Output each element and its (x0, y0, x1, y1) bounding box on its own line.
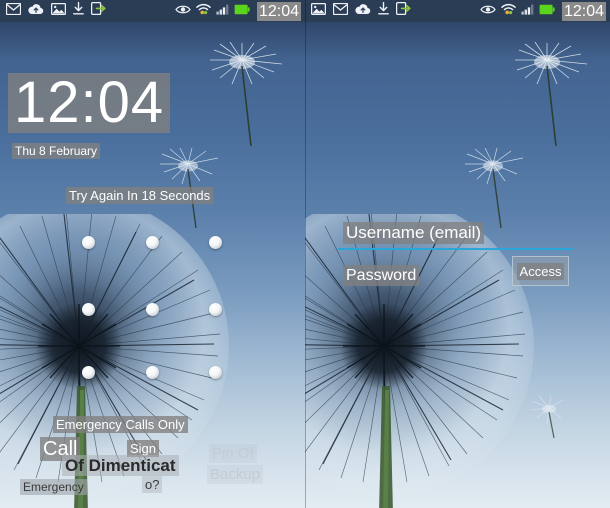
pattern-dot-1[interactable] (82, 236, 95, 249)
pin-of-label[interactable]: Pin Of (209, 444, 257, 463)
username-field-label: Username (email) (343, 222, 485, 244)
lock-screen-clock: 12:04 (8, 73, 171, 133)
mail-icon (332, 2, 349, 20)
panel-divider (305, 0, 306, 508)
retry-countdown-message: Try Again In 18 Seconds (66, 187, 214, 204)
wallpaper-dandelion (305, 0, 610, 508)
lock-screen-date-text: Thu 8 February (12, 143, 101, 159)
pattern-dot-7[interactable] (82, 366, 95, 379)
download-icon (378, 1, 389, 20)
wifi-icon (501, 2, 516, 20)
of-dimenticat-label[interactable]: Of Dimenticat (62, 455, 179, 476)
retry-countdown-text: Try Again In 18 Seconds (66, 187, 214, 204)
status-bar-clock: 12:04 (256, 1, 301, 21)
signal-bars-icon (521, 2, 534, 20)
lock-screen-clock-text: 12:04 (8, 73, 171, 133)
eye-icon (480, 2, 496, 20)
access-button-label: Access (516, 262, 565, 280)
status-bar-left-icons (5, 1, 175, 20)
pattern-dot-9[interactable] (209, 366, 222, 379)
status-bar: 12:04 (305, 0, 610, 22)
username-field-underline (338, 248, 574, 250)
o-question-label[interactable]: o? (142, 476, 163, 493)
signal-bars-icon (216, 2, 229, 20)
emergency-button[interactable]: Emergency (20, 479, 87, 495)
lock-screen-bottom-labels: Emergency Calls Only Call Sign Of Diment… (0, 408, 305, 508)
pattern-lock-grid[interactable] (78, 232, 228, 384)
image-icon (310, 2, 327, 20)
status-bar-left-icons (310, 1, 480, 20)
battery-icon (234, 2, 250, 20)
pattern-dot-4[interactable] (82, 303, 95, 316)
pattern-dot-6[interactable] (209, 303, 222, 316)
screenshot-root: 12:04 12:04 Thu 8 February Try Again In … (0, 0, 610, 508)
password-field[interactable]: Password (343, 265, 420, 286)
status-bar-right-icons: 12:04 (175, 1, 303, 21)
battery-icon (539, 2, 555, 20)
mail-icon (5, 2, 22, 20)
share-app-icon (90, 1, 106, 20)
share-app-icon (395, 1, 411, 20)
status-bar-right-icons: 12:04 (480, 1, 608, 21)
left-panel-pattern-lock-screen: 12:04 12:04 Thu 8 February Try Again In … (0, 0, 305, 508)
download-icon (73, 1, 84, 20)
pattern-dot-2[interactable] (146, 236, 159, 249)
status-bar-clock: 12:04 (561, 1, 606, 21)
eye-icon (175, 2, 191, 20)
backup-label[interactable]: Backup (207, 465, 264, 484)
lock-screen-date: Thu 8 February (12, 143, 101, 159)
pattern-dot-3[interactable] (209, 236, 222, 249)
cloud-upload-icon (28, 2, 44, 20)
status-bar: 12:04 (0, 0, 305, 22)
image-icon (50, 2, 67, 20)
wifi-icon (196, 2, 211, 20)
cloud-upload-icon (355, 2, 371, 20)
pattern-dot-8[interactable] (146, 366, 159, 379)
username-field[interactable]: Username (email) (343, 222, 485, 244)
password-field-label: Password (343, 265, 420, 286)
access-button[interactable]: Access (512, 256, 569, 286)
emergency-calls-only-label: Emergency Calls Only (53, 416, 188, 433)
right-panel-account-unlock-screen: 12:04 Username (email) Password Access (305, 0, 610, 508)
pattern-dot-5[interactable] (146, 303, 159, 316)
